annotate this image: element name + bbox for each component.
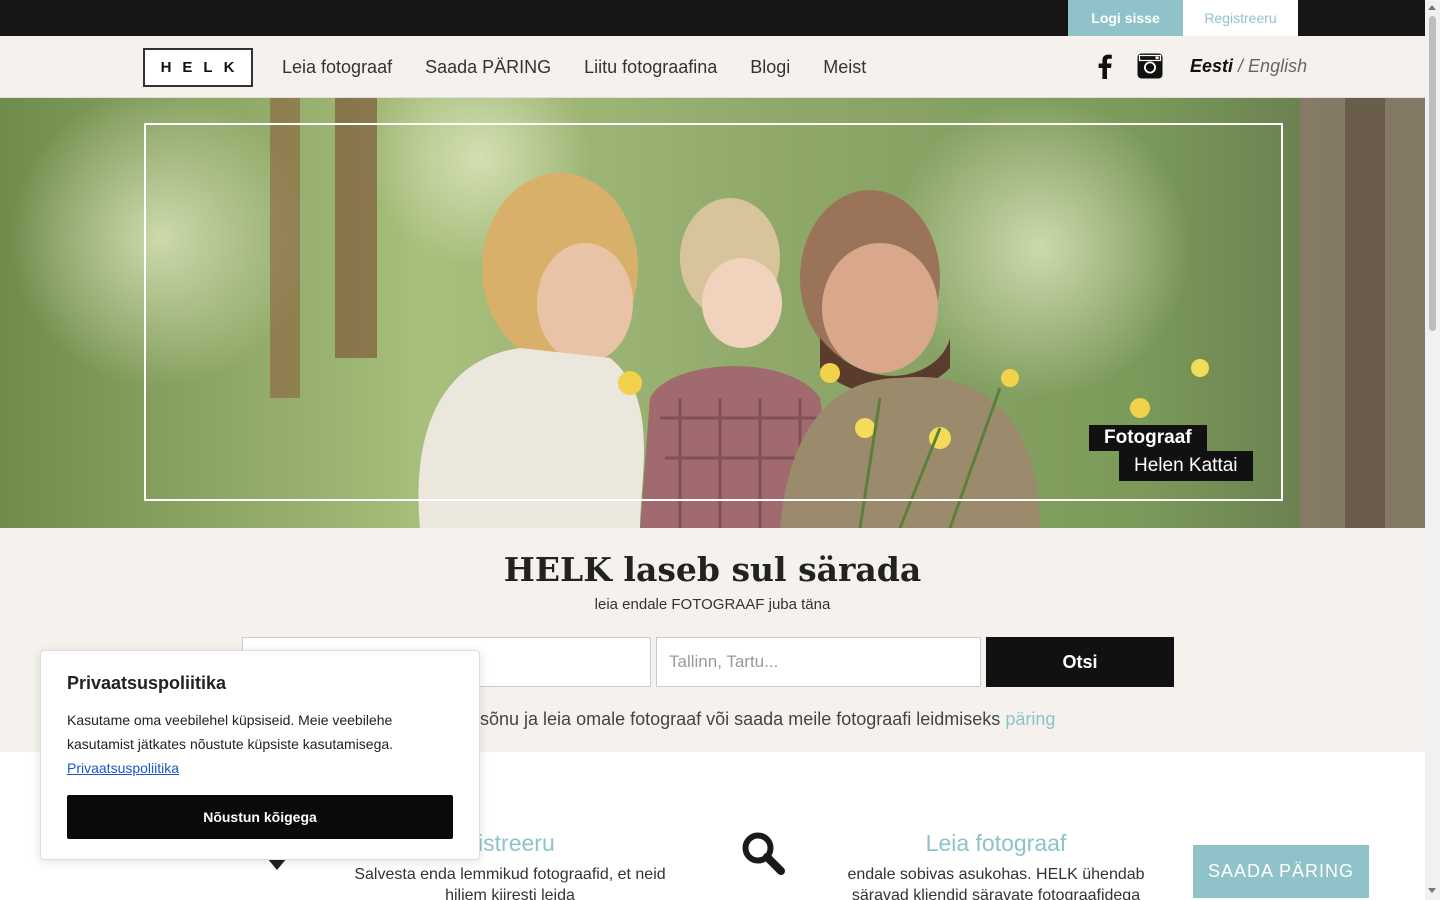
search-hint: sõnu ja leia omale fotograaf või saada m… <box>480 709 1055 730</box>
lang-english[interactable]: English <box>1248 56 1307 76</box>
nav-links: Leia fotograaf Saada PÄRING Liitu fotogr… <box>282 36 866 98</box>
helk-logo[interactable]: HELK <box>143 48 253 87</box>
feature-find-title[interactable]: Leia fotograaf <box>820 830 1172 857</box>
hero-banner: Fotograaf Helen Kattai <box>0 98 1425 528</box>
language-switch: Eesti / English <box>1190 56 1307 77</box>
top-utility-bar: Logi sisse Registreeru <box>0 0 1425 36</box>
nav-link-find-photographer[interactable]: Leia fotograaf <box>282 57 392 78</box>
nav-link-about[interactable]: Meist <box>823 57 866 78</box>
scroll-up-arrow-icon[interactable] <box>1428 5 1436 10</box>
search-button[interactable]: Otsi <box>986 637 1174 687</box>
cookie-text: Kasutame oma veebilehel küpsiseid. Meie … <box>67 712 394 752</box>
search-icon <box>742 832 785 875</box>
lang-separator: / <box>1233 56 1249 76</box>
location-input[interactable] <box>656 637 981 687</box>
instagram-icon[interactable] <box>1137 53 1163 79</box>
photo-credit-name[interactable]: Helen Kattai <box>1119 451 1253 481</box>
login-button[interactable]: Logi sisse <box>1068 0 1183 36</box>
cookie-text-block: Kasutame oma veebilehel küpsiseid. Meie … <box>67 708 457 780</box>
register-button[interactable]: Registreeru <box>1183 0 1298 36</box>
lang-estonian[interactable]: Eesti <box>1190 56 1233 76</box>
facebook-icon[interactable] <box>1092 53 1118 79</box>
main-navbar: HELK Leia fotograaf Saada PÄRING Liitu f… <box>0 36 1425 98</box>
feature-register-desc: Salvesta enda lemmikud fotograafid, et n… <box>354 866 666 900</box>
nav-link-join-photographer[interactable]: Liitu fotograafina <box>584 57 717 78</box>
scroll-thumb[interactable] <box>1429 16 1436 331</box>
search-hint-text: sõnu ja leia omale fotograaf või saada m… <box>480 709 1001 729</box>
privacy-policy-link[interactable]: Privaatsuspoliitika <box>67 760 179 776</box>
page-title: HELK laseb sul särada <box>503 550 922 589</box>
send-request-float-button[interactable]: SAADA PÄRING <box>1193 845 1369 898</box>
photo-credit-label: Fotograaf <box>1089 425 1207 451</box>
page-scrollbar[interactable] <box>1425 0 1440 900</box>
accept-all-button[interactable]: Nõustun kõigega <box>67 795 453 839</box>
request-link[interactable]: päring <box>1005 709 1055 729</box>
cookie-title: Privaatsuspoliitika <box>67 673 227 693</box>
scroll-down-arrow-icon[interactable] <box>1428 888 1436 893</box>
feature-find-desc: endale sobivas asukohas. HELK ühendab sä… <box>847 866 1145 900</box>
page-subtitle: leia endale FOTOGRAAF juba täna <box>594 596 831 613</box>
nav-link-blog[interactable]: Blogi <box>750 57 790 78</box>
nav-link-send-request[interactable]: Saada PÄRING <box>425 57 551 78</box>
cookie-consent-dialog: Privaatsuspoliitika Kasutame oma veebile… <box>40 650 480 860</box>
